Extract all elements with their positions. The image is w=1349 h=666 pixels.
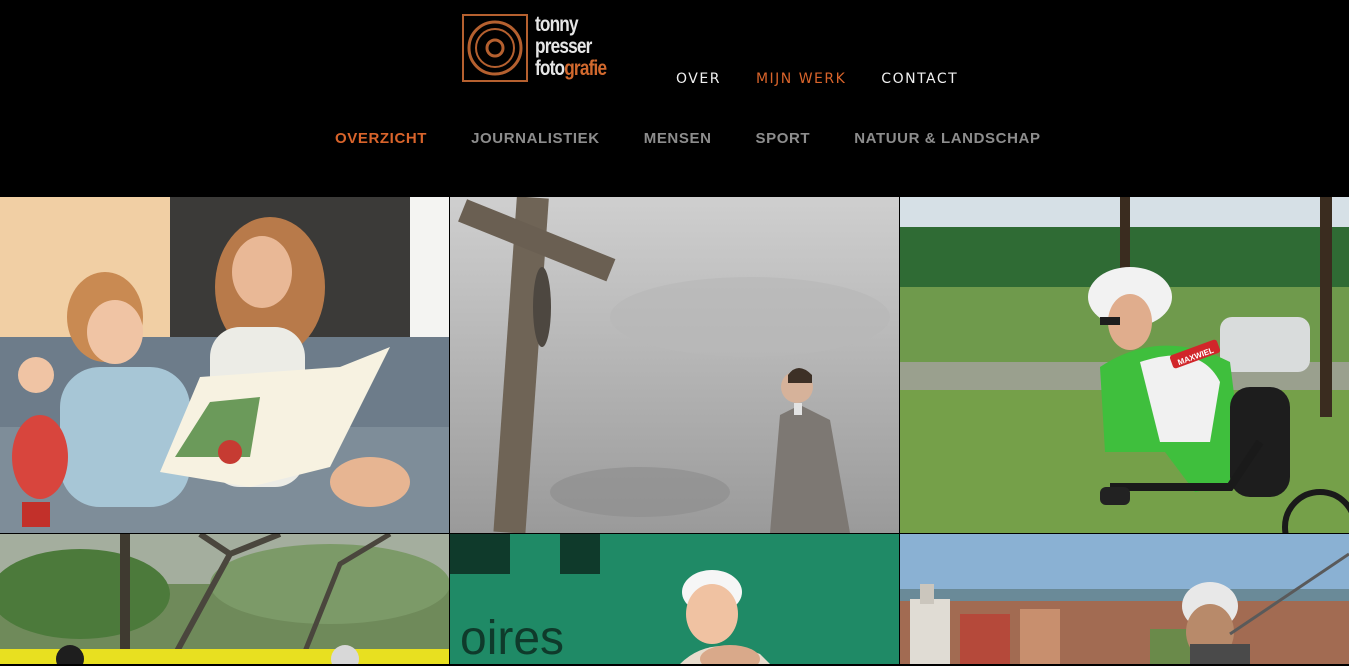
camera-lens-icon [462,14,528,82]
tab-natuur-landschap[interactable]: NATUUR & LANDSCHAP [854,130,1040,147]
logo-line-2: presser [535,35,592,58]
tab-sport[interactable]: SPORT [756,130,811,147]
nav-over[interactable]: OVER [676,71,721,87]
main-nav: OVER MIJN WERK CONTACT [676,71,993,87]
logo-wordmark: tonny presser fotografie [535,13,607,80]
gallery-photo-reading[interactable] [0,197,449,533]
tab-journalistiek[interactable]: JOURNALISTIEK [471,130,600,147]
gallery-photo-crucifix[interactable] [450,197,899,533]
gallery-photo-tennis[interactable]: oires [450,534,899,664]
site-logo[interactable]: tonny presser fotografie [462,14,622,82]
tab-overzicht[interactable]: OVERZICHT [335,130,427,147]
nav-mijn-werk[interactable]: MIJN WERK [756,71,846,87]
gallery-photo-trees[interactable] [0,534,449,664]
gallery-photo-cyclist[interactable]: MAXWIEL [900,197,1349,533]
category-nav: OVERZICHT JOURNALISTIEK MENSEN SPORT NAT… [335,130,1085,147]
nav-contact[interactable]: CONTACT [881,71,958,87]
logo-line-3a: foto [535,57,565,80]
logo-line-1: tonny [535,13,579,36]
tab-mensen[interactable]: MENSEN [644,130,712,147]
svg-text:oires: oires [460,612,564,664]
logo-line-3b: grafie [564,57,607,80]
gallery-photo-city[interactable] [900,534,1349,664]
